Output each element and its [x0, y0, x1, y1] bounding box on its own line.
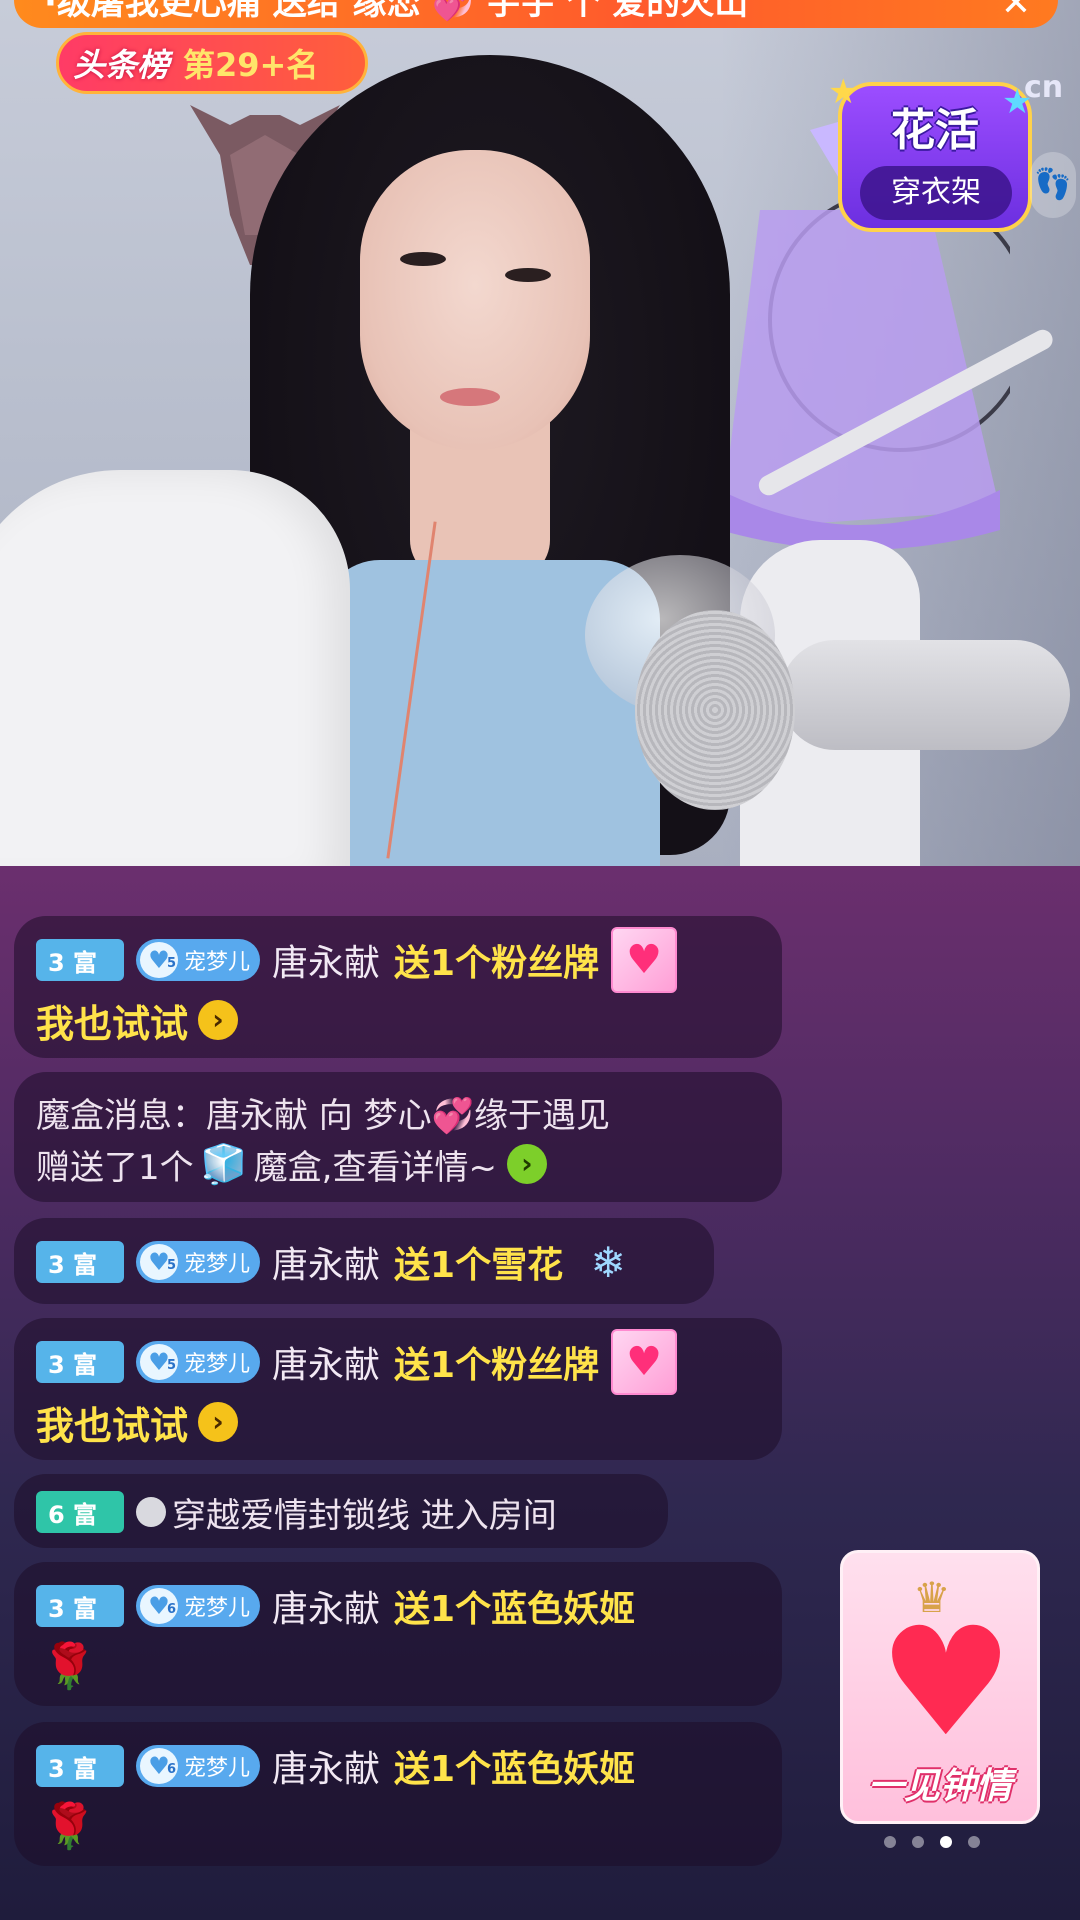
carousel-dots[interactable]: [884, 1836, 980, 1848]
footprint-icon[interactable]: 👣: [1030, 152, 1076, 218]
live-video[interactable]: ·级屠我更心痛 送给 缘恋 💞 宇宇 个 爱的火山 ✕ 头条榜 第29+名 cn…: [0, 0, 1080, 866]
chevron-right-icon[interactable]: ›: [198, 1402, 239, 1442]
carousel-dot[interactable]: [912, 1836, 924, 1848]
top-gift-banner[interactable]: ·级屠我更心痛 送给 缘恋 💞 宇宇 个 爱的火山 ✕: [14, 0, 1058, 28]
fan-badge: ♥ 5 宠梦儿: [136, 1341, 261, 1383]
banner-text: ·级屠我更心痛 送给 缘恋 💞 宇宇 个 爱的火山: [44, 0, 749, 23]
blue-rose-icon: 🌹: [41, 1641, 97, 1692]
wealth-badge: 3 富: [36, 939, 124, 981]
promo-card[interactable]: ♛ ♥ 一见钟情: [840, 1550, 1040, 1824]
chat-message: 3 富 ♥ 5 宠梦儿 唐永献 送1个雪花 ❄: [14, 1218, 714, 1304]
magic-box-link[interactable]: 魔盒,查看详情~: [254, 1140, 497, 1189]
carousel-dot-active[interactable]: [940, 1836, 952, 1848]
chat-message: 3 富 ♥ 5 宠梦儿 唐永献 送1个粉丝牌 ♥ 我也试试 ›: [14, 916, 782, 1058]
carousel-dot[interactable]: [884, 1836, 896, 1848]
activity-title: 花活: [891, 105, 979, 156]
blue-rose-icon: 🌹: [41, 1801, 97, 1852]
heart-icon: ♥: [878, 1596, 1014, 1770]
fan-badge-name: 宠梦儿: [184, 1596, 251, 1621]
promo-title: 一见钟情: [867, 1766, 1012, 1807]
fan-badge-name: 宠梦儿: [184, 1352, 251, 1377]
carousel-dot[interactable]: [968, 1836, 980, 1848]
magic-box-message-2: 赠送了1个: [36, 1147, 194, 1188]
wealth-badge: 6 富: [36, 1491, 124, 1533]
snowflake-icon: ❄: [590, 1237, 626, 1287]
wealth-badge: 3 富: [36, 1241, 124, 1283]
gift-text: 送1个蓝色妖姬: [394, 1589, 636, 1630]
wardrobe-button[interactable]: 穿衣架: [860, 166, 1012, 220]
magic-box-message: 魔盒消息：唐永献 向 梦心💞缘于遇见: [36, 1095, 610, 1136]
close-icon[interactable]: ✕: [996, 0, 1036, 24]
microphone: [635, 610, 795, 810]
fan-badge: ♥ 6 宠梦儿: [136, 1585, 261, 1627]
fan-heart-icon: ♥ 6: [140, 1748, 178, 1784]
chat-message: 魔盒消息：唐永献 向 梦心💞缘于遇见 赠送了1个 🧊 魔盒,查看详情~ ›: [14, 1072, 782, 1202]
fan-heart-icon: ♥ 5: [140, 942, 178, 978]
smiley-icon: [136, 1497, 166, 1527]
username[interactable]: 唐永献: [272, 934, 380, 986]
gift-text: 送1个蓝色妖姬: [394, 1749, 636, 1790]
fan-heart-icon: ♥ 5: [140, 1244, 178, 1280]
username[interactable]: 唐永献: [272, 1336, 380, 1388]
fan-badge: ♥ 5 宠梦儿: [136, 1241, 261, 1283]
try-too-link[interactable]: 我也试试: [36, 1395, 188, 1450]
fan-heart-icon: ♥ 5: [140, 1344, 178, 1380]
activity-widget[interactable]: ★ ★ 花活 穿衣架: [828, 72, 1032, 232]
fan-badge-name: 宠梦儿: [184, 1252, 251, 1277]
fan-heart-icon: ♥ 6: [140, 1588, 178, 1624]
wealth-badge: 3 富: [36, 1745, 124, 1787]
chat-message: 3 富 ♥ 6 宠梦儿 唐永献 送1个蓝色妖姬 🌹: [14, 1562, 782, 1706]
username[interactable]: 唐永献: [272, 1580, 380, 1632]
chat-message: 3 富 ♥ 6 宠梦儿 唐永献 送1个蓝色妖姬 🌹: [14, 1722, 782, 1866]
chat-message: 3 富 ♥ 5 宠梦儿 唐永献 送1个粉丝牌 ♥ 我也试试 ›: [14, 1318, 782, 1460]
fan-badge: ♥ 6 宠梦儿: [136, 1745, 261, 1787]
white-jacket: [0, 470, 350, 866]
try-too-link[interactable]: 我也试试: [36, 993, 188, 1048]
chevron-right-icon[interactable]: ›: [198, 1000, 239, 1040]
wealth-badge: 3 富: [36, 1341, 124, 1383]
rank-badge[interactable]: 头条榜 第29+名: [56, 32, 368, 94]
username[interactable]: 唐永献: [272, 1740, 380, 1792]
gift-text: 送1个粉丝牌: [394, 1345, 600, 1386]
wealth-badge: 3 富: [36, 1585, 124, 1627]
heart-card-icon: ♥: [611, 1329, 678, 1395]
right-eye: [505, 268, 551, 282]
lips: [440, 388, 500, 406]
rank-logo: 头条榜: [73, 46, 170, 84]
mic-body: [780, 640, 1070, 750]
chevron-right-icon[interactable]: ›: [506, 1144, 547, 1184]
username[interactable]: 唐永献: [272, 1236, 380, 1288]
fan-badge: ♥ 5 宠梦儿: [136, 939, 261, 981]
gift-text: 送1个粉丝牌: [394, 943, 600, 984]
heart-card-icon: ♥: [611, 927, 678, 993]
ice-box-icon: 🧊: [199, 1141, 248, 1186]
gift-text: 送1个雪花: [394, 1245, 564, 1286]
left-eye: [400, 252, 446, 266]
enter-room-text: 穿越爱情封锁线 进入房间: [172, 1495, 557, 1536]
chat-message: 6 富 穿越爱情封锁线 进入房间: [14, 1474, 668, 1548]
fan-badge-name: 宠梦儿: [184, 1756, 251, 1781]
rank-text: 第29+名: [183, 46, 319, 84]
fan-badge-name: 宠梦儿: [184, 950, 251, 975]
